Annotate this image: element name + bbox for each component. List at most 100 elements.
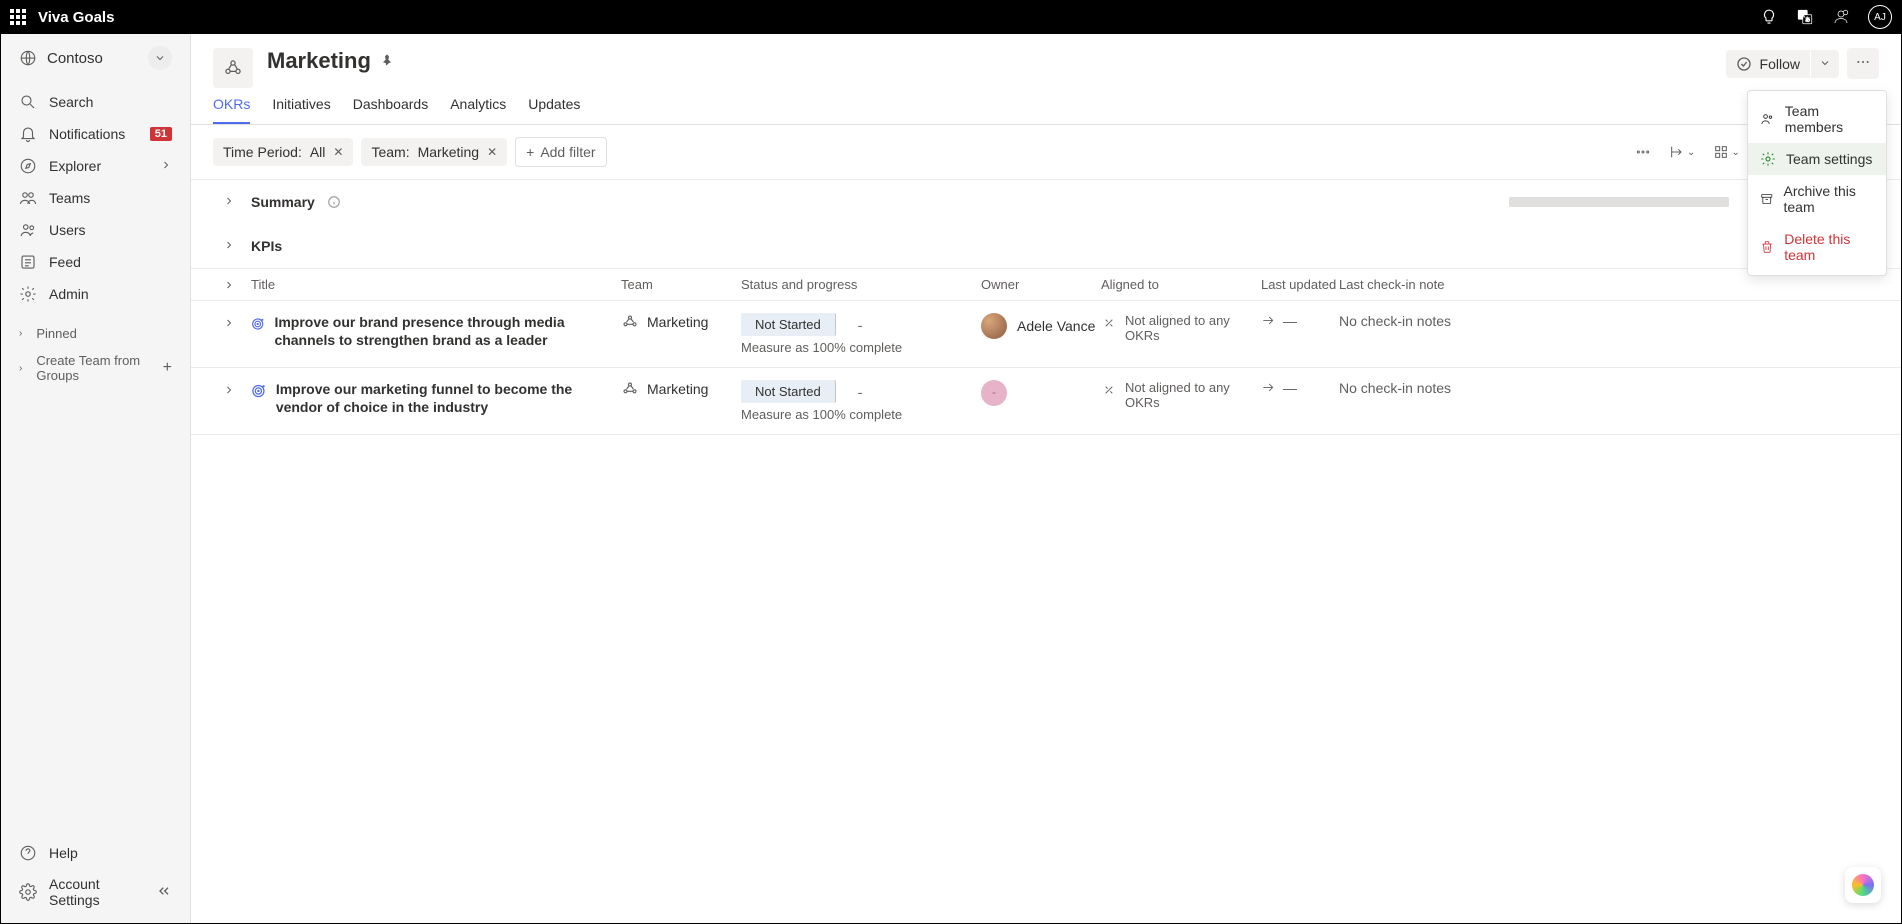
page-title: Marketing [267, 48, 371, 74]
collapse-icon[interactable] [156, 883, 172, 902]
follow-dropdown[interactable] [1811, 50, 1839, 78]
app-launcher-icon[interactable] [10, 9, 26, 25]
filter-team[interactable]: Team: Marketing ✕ [361, 138, 507, 166]
nav-label: Notifications [49, 126, 125, 142]
notes-cell: No check-in notes [1339, 380, 1879, 396]
nav-admin[interactable]: Admin [1, 278, 190, 310]
account-label: Account Settings [49, 876, 144, 908]
follow-button[interactable]: Follow [1726, 50, 1810, 78]
nav-label: Teams [49, 190, 90, 206]
nav-pinned[interactable]: › Pinned [1, 320, 190, 347]
section-kpis[interactable]: KPIs [191, 224, 1901, 268]
owner-avatar [981, 313, 1007, 339]
progress-value: - [858, 384, 863, 400]
filter-time-period[interactable]: Time Period: All ✕ [213, 138, 353, 166]
team-cell: Marketing [621, 380, 741, 398]
avatar-initials: AJ [1874, 12, 1886, 23]
tab-dashboards[interactable]: Dashboards [353, 96, 429, 124]
expand-all-toggle[interactable] [223, 279, 251, 291]
row-expand[interactable] [223, 313, 251, 329]
col-updated[interactable]: Last updated [1261, 277, 1339, 292]
filter-time-label: Time Period: [223, 144, 302, 160]
team-actions-menu: Team members Team settings Archive this … [1747, 90, 1887, 276]
nav-notifications[interactable]: Notifications 51 [1, 118, 190, 150]
header-actions: Follow [1726, 48, 1879, 79]
globe-icon [19, 49, 37, 67]
status-icon[interactable] [1832, 8, 1850, 26]
row-expand[interactable] [223, 380, 251, 396]
chevron-right-icon [223, 195, 239, 210]
status-pill[interactable]: Not Started [741, 313, 836, 336]
owner-name: Adele Vance [1017, 318, 1095, 334]
sidebar-secondary: › Pinned › Create Team from Groups + [1, 314, 190, 395]
filter-team-value: Marketing [418, 144, 479, 160]
expand-button[interactable]: ⌄ [1663, 140, 1701, 164]
main-content: Marketing Follow [191, 34, 1901, 923]
lightbulb-icon[interactable] [1760, 8, 1778, 26]
grid-view-button[interactable]: ⌄ [1707, 140, 1745, 164]
col-status[interactable]: Status and progress [741, 277, 981, 292]
gear-icon [19, 285, 37, 303]
col-owner[interactable]: Owner [981, 277, 1101, 292]
nav-create-team[interactable]: › Create Team from Groups + [1, 347, 190, 389]
nav-teams[interactable]: Teams [1, 182, 190, 214]
section-summary[interactable]: Summary [191, 180, 1901, 224]
nav-explorer[interactable]: Explorer [1, 150, 190, 182]
topbar: Viva Goals Aあ AJ [0, 0, 1902, 34]
col-team[interactable]: Team [621, 277, 741, 292]
owner-cell[interactable]: - [981, 380, 1101, 406]
menu-archive-team[interactable]: Archive this team [1748, 175, 1886, 223]
col-aligned[interactable]: Aligned to [1101, 277, 1261, 292]
team-name: Marketing [647, 314, 708, 330]
menu-team-members[interactable]: Team members [1748, 95, 1886, 143]
aligned-cell: Not aligned to any OKRs [1101, 313, 1261, 343]
tab-updates[interactable]: Updates [528, 96, 580, 124]
target-icon [251, 380, 266, 402]
tab-initiatives[interactable]: Initiatives [272, 96, 330, 124]
copilot-button[interactable] [1845, 867, 1881, 903]
follow-label: Follow [1760, 56, 1800, 72]
close-icon[interactable]: ✕ [333, 145, 343, 159]
filter-row: Time Period: All ✕ Team: Marketing ✕ + A… [191, 125, 1901, 180]
tab-analytics[interactable]: Analytics [450, 96, 506, 124]
copilot-icon [1852, 874, 1874, 896]
status-pill[interactable]: Not Started [741, 380, 836, 403]
more-options-button[interactable] [1629, 140, 1657, 164]
create-team-label: Create Team from Groups [36, 353, 150, 383]
org-picker[interactable]: Contoso [1, 34, 190, 82]
nav-search[interactable]: Search [1, 86, 190, 118]
progress-bar [1509, 197, 1729, 207]
owner-cell[interactable]: Adele Vance [981, 313, 1101, 339]
status-cell: Not Started - Measure as 100% complete [741, 380, 981, 422]
pin-icon[interactable] [379, 53, 395, 69]
menu-team-settings[interactable]: Team settings [1748, 143, 1886, 175]
nav-label: Admin [49, 286, 89, 302]
user-avatar[interactable]: AJ [1868, 5, 1892, 29]
plus-icon[interactable]: + [163, 359, 172, 377]
okr-row[interactable]: Improve our marketing funnel to become t… [191, 368, 1901, 435]
menu-delete-team[interactable]: Delete this team [1748, 223, 1886, 271]
notes-cell: No check-in notes [1339, 313, 1879, 329]
updated-dash: — [1283, 380, 1297, 396]
summary-title: Summary [251, 194, 315, 210]
menu-label: Team members [1785, 103, 1874, 135]
nav-help[interactable]: Help [1, 837, 190, 869]
translate-icon[interactable]: Aあ [1796, 8, 1814, 26]
nav-account-settings[interactable]: Account Settings [1, 869, 190, 915]
nav-feed[interactable]: Feed [1, 246, 190, 278]
menu-label: Delete this team [1784, 231, 1874, 263]
okr-row[interactable]: Improve our brand presence through media… [191, 301, 1901, 368]
tabs: OKRs Initiatives Dashboards Analytics Up… [191, 96, 1901, 125]
svg-text:A: A [1801, 13, 1805, 19]
nav-users[interactable]: Users [1, 214, 190, 246]
more-button[interactable] [1847, 48, 1879, 79]
col-title[interactable]: Title [251, 277, 621, 292]
help-label: Help [49, 845, 78, 861]
tab-okrs[interactable]: OKRs [213, 96, 250, 124]
add-filter-button[interactable]: + Add filter [515, 137, 606, 167]
close-icon[interactable]: ✕ [487, 145, 497, 159]
menu-label: Archive this team [1783, 183, 1874, 215]
col-notes[interactable]: Last check-in note [1339, 277, 1879, 292]
org-name: Contoso [47, 50, 103, 67]
nav-label: Users [49, 222, 86, 238]
